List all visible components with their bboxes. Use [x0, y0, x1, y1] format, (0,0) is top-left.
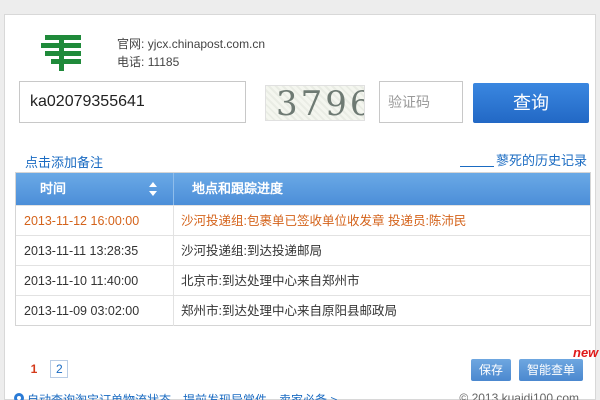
table-header: 时间 地点和跟踪进度 [16, 173, 590, 205]
row-time: 2013-11-12 16:00:00 [24, 214, 140, 228]
captcha-input[interactable]: 验证码 [379, 81, 463, 123]
column-header-time[interactable]: 时间 [40, 173, 66, 205]
official-site-label: 官网: [117, 37, 145, 51]
add-note-link[interactable]: 点击添加备注 [25, 152, 103, 171]
tracking-number-input[interactable]: ka02079355641 [19, 81, 246, 123]
history-underline [459, 166, 494, 167]
row-divider [173, 236, 174, 266]
tracking-table: 时间 地点和跟踪进度 2013-11-12 16:00:00 沙河投递组:包裹单… [15, 172, 591, 326]
pagination: 1 2 [25, 360, 72, 379]
site-info: 官网: yjcx.chinapost.com.cn 电话: 11185 [117, 35, 265, 71]
column-header-progress: 地点和跟踪进度 [192, 181, 284, 196]
sort-arrows-icon[interactable] [148, 181, 158, 197]
table-row: 2013-11-12 16:00:00 沙河投递组:包裹单已签收单位收发章 投递… [16, 205, 590, 236]
query-button[interactable]: 查询 [473, 83, 589, 123]
search-row: ka02079355641 3796 验证码 查询 [19, 81, 589, 123]
table-row: 2013-11-11 13:28:35 沙河投递组:到达投递邮局 [16, 235, 590, 266]
auto-query-link[interactable]: 自动查询淘宝订单物流状态，提前发现异常件，卖家必备 > [27, 391, 337, 400]
copyright: © 2013 kuaidi100.com [459, 391, 579, 400]
page-2[interactable]: 2 [50, 360, 69, 378]
row-time: 2013-11-10 11:40:00 [24, 274, 139, 288]
save-button[interactable]: 保存 [471, 359, 511, 381]
page-1[interactable]: 1 [25, 361, 43, 379]
row-context: 郑州市:到达处理中心来自原阳县邮政局 [181, 304, 397, 318]
row-context: 沙河投递组:包裹单已签收单位收发章 投递员:陈沛民 [181, 214, 467, 228]
table-row: 2013-11-09 03:02:00 郑州市:到达处理中心来自原阳县邮政局 [16, 295, 590, 326]
smart-query-button[interactable]: 智能查单 [519, 359, 583, 381]
history-link-label: 蓼死的历史记录 [495, 153, 587, 168]
row-context: 沙河投递组:到达投递邮局 [181, 244, 322, 258]
official-site-value: yjcx.chinapost.com.cn [147, 37, 266, 51]
history-link[interactable]: 蓼死的历史记录 [459, 150, 587, 169]
phone-value: 11185 [147, 55, 180, 69]
row-time: 2013-11-11 13:28:35 [24, 244, 139, 258]
phone-label: 电话: [117, 55, 145, 69]
table-row: 2013-11-10 11:40:00 北京市:到达处理中心来自郑州市 [16, 265, 590, 296]
row-context: 北京市:到达处理中心来自郑州市 [181, 274, 360, 288]
row-divider [173, 206, 174, 236]
china-post-logo [41, 35, 81, 71]
tracking-panel: 官网: yjcx.chinapost.com.cn 电话: 11185 ka02… [4, 14, 599, 400]
captcha-code: 3796 [276, 85, 365, 121]
new-badge: new [573, 345, 599, 360]
row-divider [173, 296, 174, 326]
gear-icon [14, 393, 24, 400]
row-time: 2013-11-09 03:02:00 [24, 304, 140, 318]
captcha-image[interactable]: 3796 [265, 85, 365, 121]
header-divider [173, 173, 174, 205]
row-divider [173, 266, 174, 296]
